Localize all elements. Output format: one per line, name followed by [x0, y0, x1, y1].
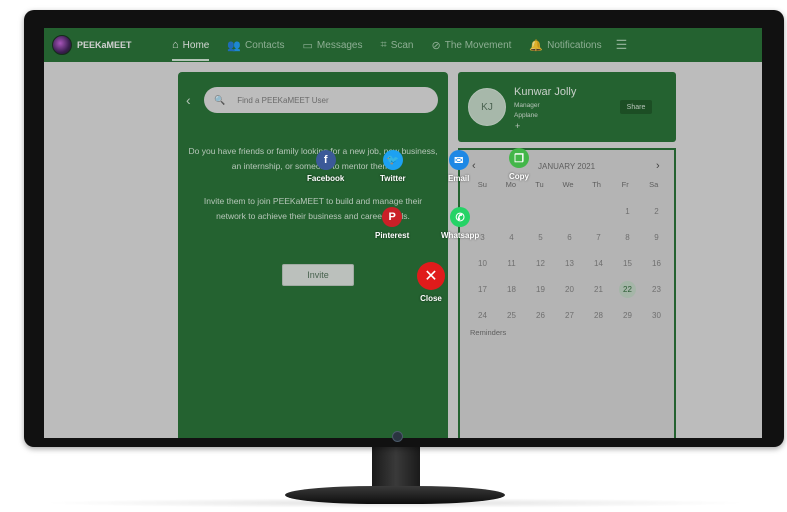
share-pinterest[interactable]: P Pinterest	[375, 207, 409, 240]
share-facebook-label: Facebook	[307, 174, 345, 183]
monitor-stand-neck	[372, 446, 420, 488]
copy-icon: ❐	[509, 148, 529, 168]
share-pinterest-label: Pinterest	[375, 231, 410, 240]
facebook-icon: f	[315, 150, 336, 170]
whatsapp-icon: ✆	[450, 207, 471, 227]
share-copy[interactable]: ❐ Copy	[509, 148, 529, 181]
screen: PEEKaMEET ⌂ Home 👥 Contacts ▭ Messages ⌗…	[44, 28, 762, 438]
webcam-icon	[392, 431, 403, 442]
share-twitter-label: Twitter	[380, 174, 406, 183]
share-twitter[interactable]: 🐦 Twitter	[380, 150, 406, 183]
share-whatsapp-label: Whatsapp	[441, 231, 480, 240]
share-email[interactable]: ✉ Email	[448, 150, 469, 183]
close-icon: ✕	[417, 262, 445, 290]
share-copy-label: Copy	[509, 172, 529, 181]
share-email-label: Email	[448, 174, 470, 183]
share-whatsapp[interactable]: ✆ Whatsapp	[441, 207, 479, 240]
pinterest-icon: P	[382, 207, 403, 227]
calendar-day-number: 22	[623, 284, 632, 294]
share-close[interactable]: ✕ Close	[417, 262, 445, 303]
twitter-icon: 🐦	[382, 150, 403, 170]
email-icon: ✉	[448, 150, 469, 170]
share-facebook[interactable]: f Facebook	[307, 150, 344, 183]
monitor-stand-base	[285, 486, 505, 504]
share-close-label: Close	[420, 294, 442, 303]
monitor-frame: PEEKaMEET ⌂ Home 👥 Contacts ▭ Messages ⌗…	[24, 10, 784, 447]
